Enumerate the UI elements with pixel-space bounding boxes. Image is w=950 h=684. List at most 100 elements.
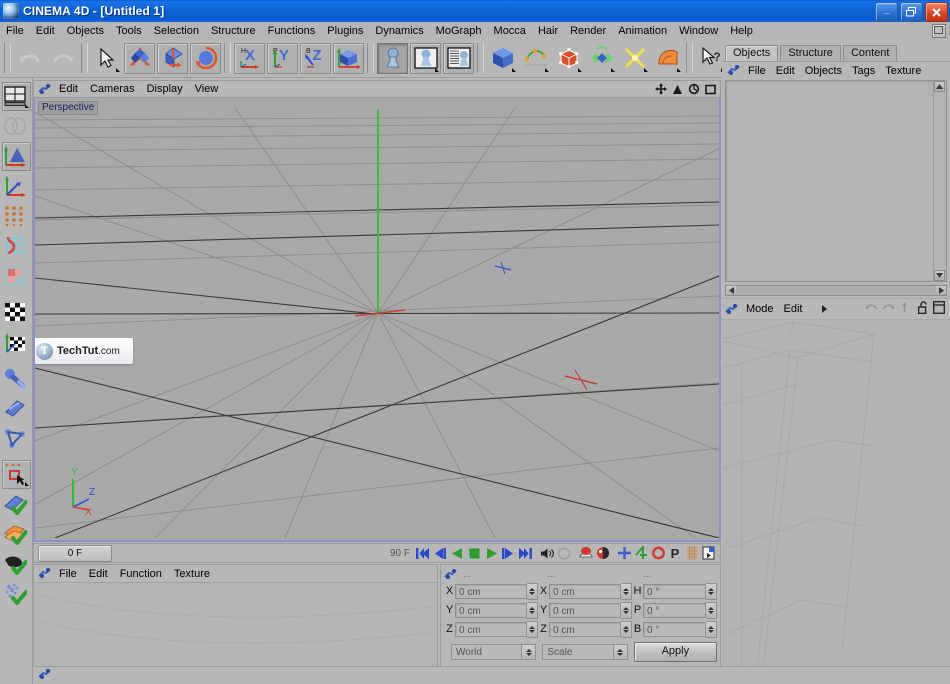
redo-button[interactable] bbox=[47, 43, 78, 74]
layout-views-button[interactable] bbox=[1, 82, 31, 111]
viewport-menu-edit[interactable]: Edit bbox=[53, 81, 84, 97]
record-active-objects-button[interactable] bbox=[578, 545, 594, 561]
add-hypernurbs-button[interactable] bbox=[553, 43, 584, 74]
dropdown-arrow-icon[interactable] bbox=[611, 67, 615, 72]
perspective-viewport[interactable]: Perspective T TechTut.com Y Z X bbox=[33, 98, 721, 542]
solo-off-button[interactable] bbox=[2, 550, 31, 579]
menu-item-plugins[interactable]: Plugins bbox=[321, 23, 369, 39]
materials-icon[interactable] bbox=[38, 567, 51, 580]
objects-manager-icon[interactable] bbox=[727, 64, 740, 77]
viewport-manager-icon[interactable] bbox=[38, 83, 51, 96]
menu-item-edit[interactable]: Edit bbox=[30, 23, 61, 39]
texture-axis-mode-button[interactable] bbox=[2, 328, 31, 357]
keyframe-rotation-button[interactable] bbox=[650, 545, 666, 561]
stop-button[interactable] bbox=[466, 545, 482, 561]
rotation-b-field[interactable]: 0 ° bbox=[643, 621, 706, 637]
maximize-restore-button[interactable] bbox=[900, 2, 923, 22]
attributes-menu-edit[interactable]: Edit bbox=[779, 303, 808, 315]
add-deformer-button[interactable] bbox=[619, 43, 650, 74]
menu-item-mograph[interactable]: MoGraph bbox=[430, 23, 488, 39]
add-array-button[interactable] bbox=[586, 43, 617, 74]
menu-item-animation[interactable]: Animation bbox=[612, 23, 673, 39]
tab-structure[interactable]: Structure bbox=[780, 45, 841, 61]
menu-item-dynamics[interactable]: Dynamics bbox=[369, 23, 429, 39]
position-x-field[interactable]: 0 cm bbox=[455, 583, 527, 599]
materials-menu-file[interactable]: File bbox=[53, 566, 83, 582]
object-axis-mode-button[interactable] bbox=[2, 172, 31, 201]
texture-mode-button[interactable] bbox=[2, 298, 31, 327]
scroll-left-arrow-icon[interactable] bbox=[726, 285, 736, 295]
tab-content[interactable]: Content bbox=[842, 45, 898, 61]
lock-open-icon[interactable] bbox=[917, 301, 929, 317]
add-cube-button[interactable] bbox=[487, 43, 518, 74]
menu-item-objects[interactable]: Objects bbox=[61, 23, 110, 39]
dropdown-arrow-icon[interactable] bbox=[435, 67, 439, 72]
dropdown-arrow-icon[interactable] bbox=[116, 67, 120, 72]
coordinates-icon[interactable] bbox=[444, 568, 457, 581]
render-view-button[interactable] bbox=[377, 42, 408, 74]
keyframe-pla-button[interactable] bbox=[684, 545, 700, 561]
menu-item-render[interactable]: Render bbox=[564, 23, 612, 39]
tab-objects[interactable]: Objects bbox=[725, 45, 779, 61]
select-tool-button[interactable] bbox=[91, 43, 122, 74]
position-z-spinner[interactable] bbox=[527, 620, 538, 638]
keyframe-parameter-button[interactable]: P bbox=[667, 545, 683, 561]
rotation-h-field[interactable]: 0 ° bbox=[643, 583, 706, 599]
solo-single-button[interactable] bbox=[2, 490, 31, 519]
coordinate-system-dropdown[interactable]: World bbox=[451, 644, 537, 660]
scroll-right-arrow-icon[interactable] bbox=[936, 285, 946, 295]
deformers-toggle-button[interactable] bbox=[2, 580, 31, 609]
current-frame-field[interactable]: 0 F bbox=[38, 544, 112, 562]
object-preview-area[interactable] bbox=[722, 320, 950, 680]
solo-hierarchy-button[interactable] bbox=[2, 520, 31, 549]
polygon-mode-button[interactable] bbox=[2, 262, 31, 291]
world-object-coordinates-button[interactable] bbox=[333, 42, 364, 74]
dropdown-arrow-icon[interactable] bbox=[512, 67, 516, 72]
add-spline-button[interactable] bbox=[520, 43, 551, 74]
lock-x-axis-button[interactable]: X H bbox=[234, 42, 265, 74]
model-tool-button[interactable] bbox=[2, 424, 31, 453]
dropdown-arrow-icon[interactable] bbox=[644, 67, 648, 72]
animation-layers-button[interactable] bbox=[701, 545, 717, 561]
rotation-b-spinner[interactable] bbox=[706, 620, 717, 638]
autokeying-button[interactable] bbox=[595, 545, 611, 561]
lock-z-axis-button[interactable]: Z B bbox=[300, 42, 331, 74]
dropdown-arrow-icon[interactable] bbox=[545, 67, 549, 72]
menu-item-help[interactable]: Help bbox=[724, 23, 759, 39]
dropdown-arrow-icon[interactable] bbox=[578, 67, 582, 72]
rotation-p-field[interactable]: 0 ° bbox=[643, 602, 706, 618]
viewport-menu-cameras[interactable]: Cameras bbox=[84, 81, 141, 97]
play-forwards-button[interactable] bbox=[483, 545, 499, 561]
rotation-h-spinner[interactable] bbox=[706, 582, 717, 600]
move-tool-button[interactable] bbox=[124, 42, 155, 74]
dropdown-arrow-icon[interactable] bbox=[24, 482, 29, 486]
scroll-down-arrow-icon[interactable] bbox=[934, 270, 945, 281]
sound-toggle-button[interactable] bbox=[539, 545, 555, 561]
zoom-icon[interactable] bbox=[672, 84, 683, 98]
viewport-menu-view[interactable]: View bbox=[189, 81, 225, 97]
dropdown-arrow-icon[interactable] bbox=[677, 67, 681, 72]
size-x-field[interactable]: 0 cm bbox=[549, 583, 621, 599]
lock-y-axis-button[interactable]: Y P bbox=[267, 42, 298, 74]
apply-button[interactable]: Apply bbox=[633, 642, 718, 662]
viewport-menu-display[interactable]: Display bbox=[141, 81, 189, 97]
attributes-menu-mode[interactable]: Mode bbox=[741, 303, 779, 315]
next-key-button[interactable] bbox=[500, 545, 516, 561]
transform-mode-chevron-icon[interactable] bbox=[612, 645, 627, 659]
render-to-picture-viewer-button[interactable] bbox=[410, 42, 441, 74]
materials-menu-texture[interactable]: Texture bbox=[168, 566, 216, 582]
size-x-spinner[interactable] bbox=[621, 582, 632, 600]
materials-menu-function[interactable]: Function bbox=[114, 566, 168, 582]
transform-mode-dropdown[interactable]: Scale bbox=[542, 644, 628, 660]
play-backwards-button[interactable] bbox=[449, 545, 465, 561]
close-button[interactable] bbox=[925, 2, 948, 22]
mdi-restore-button[interactable] bbox=[932, 24, 946, 38]
menu-item-hair[interactable]: Hair bbox=[532, 23, 564, 39]
objects-menu-edit[interactable]: Edit bbox=[771, 63, 800, 79]
objects-horizontal-scrollbar[interactable] bbox=[725, 284, 947, 296]
render-settings-button[interactable] bbox=[443, 42, 474, 74]
scale-tool-button[interactable] bbox=[157, 42, 188, 74]
scroll-up-arrow-icon[interactable] bbox=[934, 81, 945, 92]
attributes-icon[interactable] bbox=[725, 303, 738, 316]
add-scene-object-button[interactable] bbox=[652, 43, 683, 74]
